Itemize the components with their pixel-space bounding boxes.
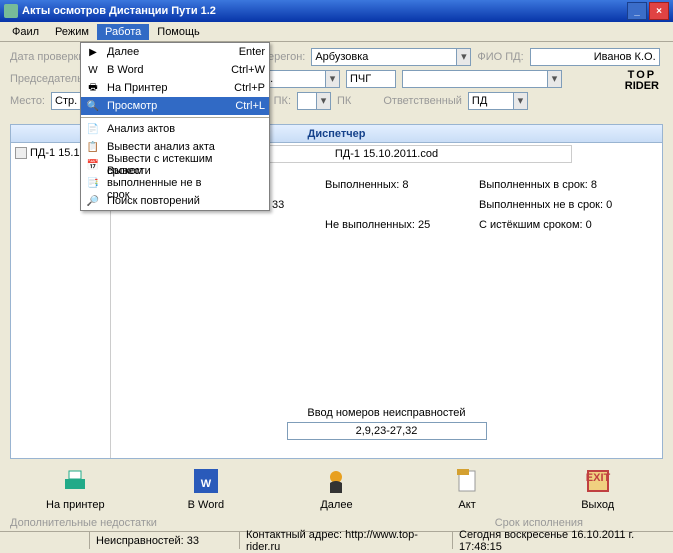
close-button[interactable]: ×: [649, 2, 669, 20]
statusbar: Неисправностей: 33 Контактный адрес: htt…: [0, 531, 673, 549]
peregon-combo[interactable]: Арбузовка▾: [311, 48, 471, 66]
svg-text:W: W: [201, 478, 212, 490]
dd-item-В Word[interactable]: WВ WordCtrl+W: [81, 61, 269, 79]
menu-work[interactable]: Работа: [97, 24, 149, 40]
dd-icon: 🔍: [85, 98, 101, 114]
toolbar-next-button[interactable]: Далее: [301, 465, 371, 511]
status-defects: Неисправностей: 33: [90, 532, 240, 549]
label-extra2: Срок исполнения: [495, 517, 583, 529]
dd-item-На Принтер[interactable]: 🖶На ПринтерCtrl+P: [81, 79, 269, 97]
dd-icon: 🔎: [85, 193, 101, 209]
exit-icon: EXIT: [582, 465, 614, 497]
dd-item-Вывести выполненные не в срок[interactable]: 📑Вывести выполненные не в срок: [81, 174, 269, 192]
dd-item-Поиск повторений[interactable]: 🔎Поиск повторений: [81, 192, 269, 210]
chevron-down-icon: ▾: [513, 93, 527, 109]
minimize-button[interactable]: _: [627, 2, 647, 20]
menu-mode[interactable]: Режим: [47, 24, 97, 40]
dd-icon: 📋: [85, 139, 101, 155]
dd-icon: 📄: [85, 121, 101, 137]
dd-icon: ▶: [85, 44, 101, 60]
toolbar-printer-button[interactable]: На принтер: [40, 465, 110, 511]
menubar: Фаил Режим Работа Помощь: [0, 22, 673, 42]
dd-icon: 🖶: [85, 80, 101, 96]
label-fio: ФИО ПД:: [477, 51, 523, 63]
word-icon: W: [190, 465, 222, 497]
svg-text:EXIT: EXIT: [585, 472, 610, 484]
act-icon: [451, 465, 483, 497]
work-dropdown: ▶ДалееEnterWВ WordCtrl+W🖶На ПринтерCtrl+…: [80, 42, 270, 211]
menu-file[interactable]: Фаил: [4, 24, 47, 40]
logo: TOP RIDER: [625, 70, 659, 92]
defect-numbers-input[interactable]: [287, 422, 487, 440]
label-pk2: ПК: [337, 95, 351, 107]
bottom-toolbar: На принтер WВ Word Далее Акт EXITВыход: [0, 463, 673, 515]
dd-item-Анализ актов[interactable]: 📄Анализ актов: [81, 120, 269, 138]
chevron-down-icon: ▾: [325, 71, 339, 87]
dd-item-Просмотр[interactable]: 🔍ПросмотрCtrl+L: [81, 97, 269, 115]
label-place: Место:: [10, 95, 45, 107]
next-icon: [320, 465, 352, 497]
pchg-combo[interactable]: ПЧГ: [346, 70, 396, 88]
pk1-combo[interactable]: ▾: [297, 92, 331, 110]
resp-combo[interactable]: ПД▾: [468, 92, 528, 110]
menu-help[interactable]: Помощь: [149, 24, 208, 40]
dd-icon: 📅: [85, 157, 101, 173]
window-titlebar: Акты осмотров Дистанции Пути 1.2 _ ×: [0, 0, 673, 22]
fio-combo[interactable]: Иванов К.О.: [530, 48, 660, 66]
label-pk1: ПК:: [274, 95, 291, 107]
status-date: Сегодня воскресенье 16.10.2011 г. 17:48:…: [453, 532, 673, 549]
toolbar-exit-button[interactable]: EXITВыход: [563, 465, 633, 511]
dd-icon: W: [85, 62, 101, 78]
chevron-down-icon: ▾: [547, 71, 561, 87]
extra-combo[interactable]: ▾: [402, 70, 562, 88]
chevron-down-icon: ▾: [316, 93, 330, 109]
label-extra1: Дополнительные недостатки: [10, 517, 157, 529]
label-resp: Ответственный: [383, 95, 462, 107]
app-icon: [4, 4, 18, 18]
toolbar-act-button[interactable]: Акт: [432, 465, 502, 511]
file-icon: [15, 147, 27, 159]
toolbar-word-button[interactable]: WВ Word: [171, 465, 241, 511]
status-contact: Контактный адрес: http://www.top-rider.r…: [240, 532, 453, 549]
window-title: Акты осмотров Дистанции Пути 1.2: [22, 5, 627, 17]
printer-icon: [59, 465, 91, 497]
dd-item-Далее[interactable]: ▶ДалееEnter: [81, 43, 269, 61]
dd-icon: 📑: [85, 175, 101, 191]
chevron-down-icon: ▾: [456, 49, 470, 65]
input-label: Ввод номеров неисправностей: [111, 407, 662, 419]
